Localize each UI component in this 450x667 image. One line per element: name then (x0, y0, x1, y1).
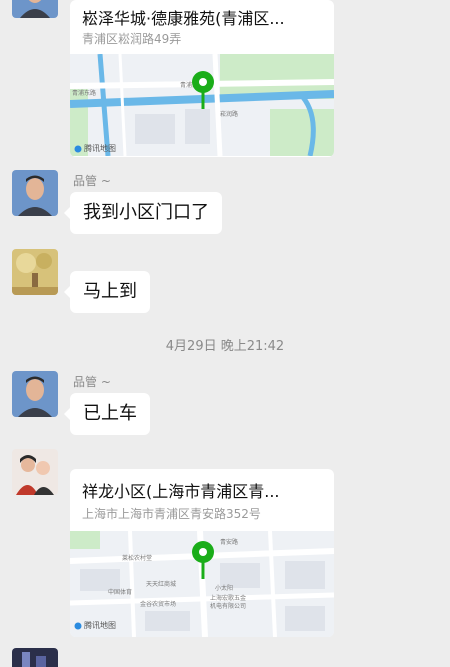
avatar-next[interactable] (12, 648, 58, 667)
tencent-map-icon (74, 145, 82, 152)
avatar-photo-icon (12, 449, 58, 495)
location-map[interactable]: 青浦东路 青浦东路 崧润路 腾讯地图 (70, 54, 334, 156)
map-poi-label: 天天红商城 (146, 581, 177, 588)
location-address: 上海市上海市青浦区青安路352号 (82, 507, 261, 521)
avatar-photo-icon (12, 249, 58, 295)
avatar-photo-icon (12, 371, 58, 417)
map-poi-label: 中国体育 (108, 589, 133, 596)
avatar-pinguan[interactable] (12, 170, 58, 216)
location-address: 青浦区崧润路49弄 (82, 32, 182, 46)
location-pin-icon (191, 71, 215, 111)
map-road-label: 崧润路 (220, 111, 239, 118)
avatar-couple[interactable] (12, 449, 58, 495)
map-provider: 腾讯地图 (74, 620, 116, 631)
avatar-photo-icon (12, 648, 58, 667)
location-card[interactable]: 祥龙小区(上海市青浦区青... 上海市上海市青浦区青安路352号 莱松农村堂 青… (70, 469, 334, 637)
map-road-label: 青浦东路 (72, 90, 97, 97)
message-bubble[interactable]: 马上到 (64, 271, 150, 313)
location-title: 祥龙小区(上海市青浦区青... (82, 482, 280, 501)
map-road-label: 青安路 (220, 539, 239, 546)
avatar-photo-icon (12, 170, 58, 216)
sender-name: 品管 ~ (73, 375, 111, 389)
map-poi-label: 金谷农贸市场 (140, 601, 177, 608)
map-poi-label: 小太阳 (215, 585, 234, 592)
tencent-map-icon (74, 622, 82, 629)
location-pin-icon (191, 541, 215, 581)
location-card[interactable]: 崧泽华城·德康雅苑(青浦区... 青浦区崧润路49弄 青浦东路 青浦东路 崧润路 (70, 0, 334, 157)
message-bubble[interactable]: 我到小区门口了 (64, 192, 222, 234)
avatar-other[interactable] (12, 249, 58, 295)
message-bubble[interactable]: 已上车 (64, 393, 150, 435)
location-title: 崧泽华城·德康雅苑(青浦区... (82, 9, 285, 28)
map-poi-label: 机电有限公司 (210, 603, 247, 610)
map-poi-label: 莱松农村堂 (122, 555, 153, 562)
avatar-photo-icon (12, 0, 58, 18)
avatar-pinguan-top[interactable] (12, 0, 58, 18)
map-provider: 腾讯地图 (74, 143, 116, 154)
sender-name: 品管 ~ (73, 174, 111, 188)
chat-timestamp: 4月29日 晚上21:42 (165, 339, 285, 354)
avatar-pinguan[interactable] (12, 371, 58, 417)
location-map[interactable]: 莱松农村堂 青安路 中国体育 天天红商城 小太阳 上海宏歌五金 机电有限公司 金… (70, 531, 334, 637)
